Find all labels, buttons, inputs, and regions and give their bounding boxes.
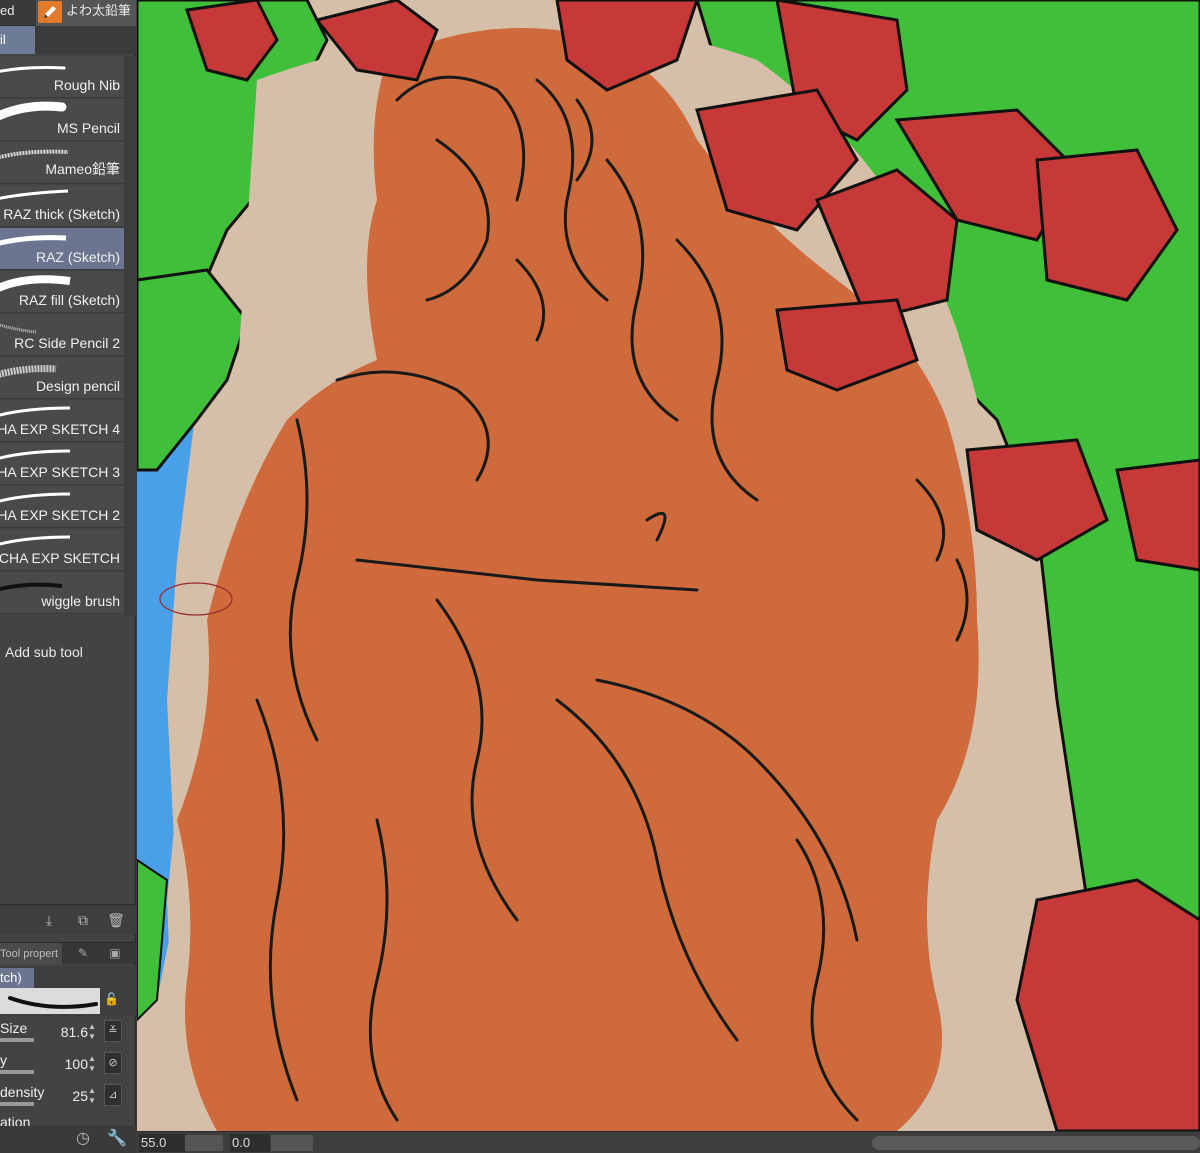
sub-tool-palette-toolbar: ⤓ ⧉ 🗑 xyxy=(0,904,136,934)
sub-tool-group-tab[interactable]: il xyxy=(0,26,35,54)
sub-tool-label: Design pencil xyxy=(35,378,120,394)
sub-tool-item[interactable]: Mameo鉛筆 xyxy=(0,142,124,184)
sub-tool-item[interactable]: MS Pencil xyxy=(0,99,124,141)
sub-tool-label: Mameo鉛筆 xyxy=(45,161,120,177)
duplicate-icon[interactable]: ⧉ xyxy=(74,911,92,929)
pressure-toggle-icon[interactable]: ≚ xyxy=(104,1020,122,1042)
property-bar xyxy=(0,1102,34,1106)
brush-size-row[interactable]: Size 81.6 ▲ ▼ ≚ xyxy=(0,1016,136,1046)
brush-preview: tch) 🔓 xyxy=(0,966,136,1016)
sub-tool-label: RAZ thick (Sketch) xyxy=(3,206,120,222)
property-label: y xyxy=(0,1052,7,1068)
preview-tool-name: tch) xyxy=(0,968,34,988)
sub-tool-label: RAZ fill (Sketch) xyxy=(18,292,120,308)
sub-tool-list: Rough Nib MS Pencil Mameo鉛筆 RAZ thick (S… xyxy=(0,56,124,616)
add-sub-tool-button[interactable]: Add sub tool xyxy=(5,644,83,660)
graph-icon[interactable]: ⊿ xyxy=(104,1084,122,1106)
property-label: ation xyxy=(0,1114,31,1126)
sub-tool-scrollbar[interactable] xyxy=(124,56,136,616)
panel-menu-icon[interactable]: ▣ xyxy=(106,946,124,962)
trash-icon[interactable]: 🗑 xyxy=(107,911,125,929)
import-icon[interactable]: ⤓ xyxy=(40,911,58,929)
property-label: Size xyxy=(0,1020,28,1036)
sub-tool-item[interactable]: wiggle brush xyxy=(0,572,124,614)
sub-tool-item[interactable]: CHA EXP SKETCH xyxy=(0,529,124,571)
lock-icon[interactable]: 🔓 xyxy=(104,992,120,1008)
sub-tool-panel: ed よわ太鉛筆 il Rough Nib MS Pencil Mameo鉛筆 … xyxy=(0,0,136,1153)
sub-tool-item[interactable]: RC Side Pencil 2 xyxy=(0,314,124,356)
tool-tab-previous[interactable]: ed xyxy=(0,0,34,26)
reset-icon[interactable]: ◷ xyxy=(72,1128,94,1150)
sub-tool-group-row: il xyxy=(0,26,136,54)
opacity-row[interactable]: y 100 ▲ ▼ ⊘ xyxy=(0,1048,136,1078)
tool-property-tab-bar: Tool propert ✎ ▣ xyxy=(0,942,136,965)
wrench-icon[interactable]: 🔧 xyxy=(106,1128,128,1150)
zoom-slider[interactable] xyxy=(185,1135,223,1151)
stabilization-row[interactable]: ation xyxy=(0,1110,136,1126)
property-bar xyxy=(0,1038,34,1042)
sub-tool-item-selected[interactable]: RAZ (Sketch) xyxy=(0,228,124,270)
sub-tool-label: wiggle brush xyxy=(41,593,120,609)
no-pressure-icon[interactable]: ⊘ xyxy=(104,1052,122,1074)
sub-tool-item[interactable]: RAZ fill (Sketch) xyxy=(0,271,124,313)
brush-stroke-preview xyxy=(0,988,100,1014)
density-row[interactable]: density 25 ▲ ▼ ⊿ xyxy=(0,1080,136,1110)
sub-tool-label: RC Side Pencil 2 xyxy=(14,335,120,351)
sub-tool-item[interactable]: Rough Nib xyxy=(0,56,124,98)
sub-tool-label: RAZ (Sketch) xyxy=(35,249,120,265)
sub-tool-label: Rough Nib xyxy=(53,77,120,93)
rotation-angle-field[interactable]: 0.0 xyxy=(230,1134,270,1152)
pencil-icon xyxy=(38,1,62,23)
sub-tool-label: MS Pencil xyxy=(56,120,120,136)
spinner-icon[interactable]: ▲ ▼ xyxy=(88,1022,98,1042)
property-value[interactable]: 100 xyxy=(65,1056,88,1072)
sub-tool-label: HA EXP SKETCH 4 xyxy=(0,421,120,437)
spinner-icon[interactable]: ▲ ▼ xyxy=(88,1054,98,1074)
artwork xyxy=(137,0,1200,1131)
tool-tab-bar: ed よわ太鉛筆 xyxy=(0,0,136,26)
status-bar: 55.0 0.0 xyxy=(137,1131,1200,1153)
spinner-icon[interactable]: ▲ ▼ xyxy=(88,1086,98,1106)
property-value[interactable]: 25 xyxy=(72,1088,88,1104)
sub-tool-item[interactable]: HA EXP SKETCH 2 xyxy=(0,486,124,528)
horizontal-scrollbar[interactable] xyxy=(872,1136,1200,1150)
property-label: density xyxy=(0,1084,45,1100)
drawing-canvas[interactable] xyxy=(137,0,1200,1131)
sub-tool-label: HA EXP SKETCH 3 xyxy=(0,464,120,480)
tool-property-footer: ◷ 🔧 xyxy=(0,1126,136,1153)
tool-property-tab[interactable]: Tool propert xyxy=(0,943,62,965)
pencil-small-icon[interactable]: ✎ xyxy=(74,946,92,962)
sub-tool-label: HA EXP SKETCH 2 xyxy=(0,507,120,523)
sub-tool-label: CHA EXP SKETCH xyxy=(0,550,120,566)
sub-tool-item[interactable]: HA EXP SKETCH 4 xyxy=(0,400,124,442)
sub-tool-item[interactable]: Design pencil xyxy=(0,357,124,399)
zoom-field[interactable]: 55.0 xyxy=(139,1134,185,1152)
rotation-slider[interactable] xyxy=(271,1135,313,1151)
property-bar xyxy=(0,1070,34,1074)
property-value[interactable]: 81.6 xyxy=(61,1024,88,1040)
sub-tool-item[interactable]: HA EXP SKETCH 3 xyxy=(0,443,124,485)
sub-tool-item[interactable]: RAZ thick (Sketch) xyxy=(0,185,124,227)
